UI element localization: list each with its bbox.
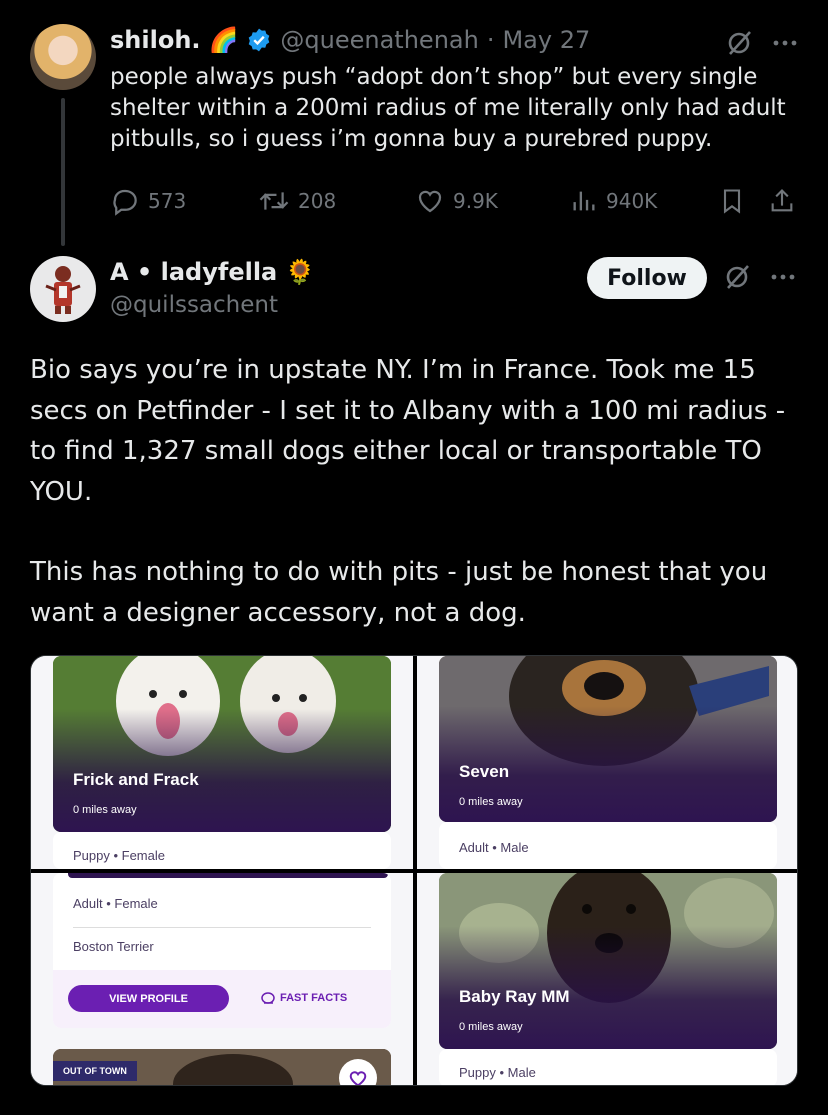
grok-icon[interactable] [724, 28, 754, 58]
out-of-town-badge: OUT OF TOWN [53, 1061, 137, 1081]
avatar-ladyfella[interactable] [30, 256, 96, 322]
pet-info: Adult • Female [73, 896, 158, 911]
rainbow-emoji: 🌈 [208, 26, 239, 54]
pet-card-next[interactable]: OUT OF TOWN [53, 1049, 391, 1085]
pet-distance: 0 miles away [73, 804, 137, 816]
fast-facts-button[interactable]: FAST FACTS [260, 991, 347, 1005]
pet-card-seven[interactable]: Seven 0 miles away [439, 656, 777, 822]
pet-distance: 0 miles away [459, 796, 523, 808]
views-icon [573, 191, 595, 211]
tweet2-text: Bio says you’re in upstate NY. I’m in Fr… [30, 350, 800, 673]
pet-card-footer: Puppy • Male [439, 1049, 777, 1085]
pet-info: Puppy • Male [459, 1065, 536, 1080]
avatar-shiloh[interactable] [30, 24, 96, 90]
repost-button[interactable]: 208 [258, 186, 336, 216]
tweet1-header: shiloh. 🌈 @queenathenah · May 27 [110, 26, 590, 54]
verified-badge-icon [249, 28, 270, 52]
media-grid[interactable]: Frick and Frack 0 miles away Puppy • Fem… [30, 655, 798, 1086]
like-icon [418, 190, 442, 213]
view-profile-button[interactable]: VIEW PROFILE [68, 985, 229, 1012]
author-name[interactable]: A • ladyfella [110, 258, 277, 286]
reply-count: 573 [148, 189, 187, 213]
like-count: 9.9K [453, 189, 498, 213]
bookmark-icon [723, 189, 741, 214]
grid-divider-horizontal [31, 869, 797, 873]
share-icon [771, 189, 793, 212]
pet-card-footer: Puppy • Female [53, 832, 391, 869]
media-image-4[interactable]: Baby Ray MM 0 miles away Puppy • Male [417, 873, 797, 1085]
media-image-2[interactable]: Seven 0 miles away Adult • Male [417, 656, 797, 869]
media-image-1[interactable]: Frick and Frack 0 miles away Puppy • Fem… [31, 656, 413, 869]
views-count: 940K [606, 189, 658, 213]
avatar-illustration [45, 266, 81, 314]
author-handle[interactable]: @queenathenah [280, 26, 478, 54]
tweet1-actions: 573 208 9.9K 940K [110, 184, 800, 218]
views-button[interactable]: 940K [570, 186, 657, 216]
tweet2-paragraph-2: This has nothing to do with pits - just … [30, 557, 768, 628]
repost-count: 208 [298, 189, 337, 213]
pet-name: Seven [459, 762, 510, 781]
author-handle[interactable]: @quilssachent [110, 292, 278, 318]
pet-info: Puppy • Female [73, 848, 165, 863]
tweet2-paragraph-1: Bio says you’re in upstate NY. I’m in Fr… [30, 355, 786, 507]
thread-line [61, 98, 65, 246]
fast-facts-label: FAST FACTS [280, 992, 348, 1004]
tweet1-text: people always push “adopt don’t shop” bu… [110, 64, 786, 152]
more-icon[interactable] [772, 38, 798, 48]
grok-icon[interactable] [722, 262, 752, 292]
media-image-3[interactable]: Adult • Female Boston Terrier VIEW PROFI… [31, 873, 413, 1085]
reply-button[interactable]: 573 [110, 186, 186, 216]
heart-icon [349, 1071, 367, 1085]
follow-button[interactable]: Follow [587, 257, 707, 299]
tweet1-top-icons [724, 28, 798, 58]
fast-facts-icon [261, 992, 275, 1004]
repost-icon [259, 192, 289, 210]
pet-card-details: Adult • Female Boston Terrier VIEW PROFI… [53, 873, 391, 1028]
pet-card-footer: Adult • Male [439, 822, 777, 869]
pet-distance: 0 miles away [459, 1021, 523, 1033]
share-button[interactable] [768, 186, 796, 216]
pet-card-baby-ray[interactable]: Baby Ray MM 0 miles away [439, 873, 777, 1049]
more-icon[interactable] [770, 272, 796, 282]
pet-card-frick-and-frack[interactable]: Frick and Frack 0 miles away [53, 656, 391, 832]
tweet2-header: A • ladyfella 🌻 [110, 258, 315, 286]
like-button[interactable]: 9.9K [415, 186, 498, 216]
pet-name: Frick and Frack [73, 770, 199, 789]
pet-breed: Boston Terrier [73, 939, 154, 954]
sunflower-emoji: 🌻 [285, 258, 316, 286]
tweet2-top-icons [722, 262, 796, 292]
divider [73, 927, 371, 928]
tweet-date[interactable]: May 27 [502, 26, 590, 54]
author-name[interactable]: shiloh. [110, 26, 201, 54]
card-top-edge [68, 873, 388, 878]
reply-icon [113, 189, 137, 216]
pet-name: Baby Ray MM [459, 987, 570, 1006]
pet-info: Adult • Male [459, 840, 529, 855]
separator-dot: · [486, 26, 495, 54]
bookmark-button[interactable] [718, 186, 746, 216]
